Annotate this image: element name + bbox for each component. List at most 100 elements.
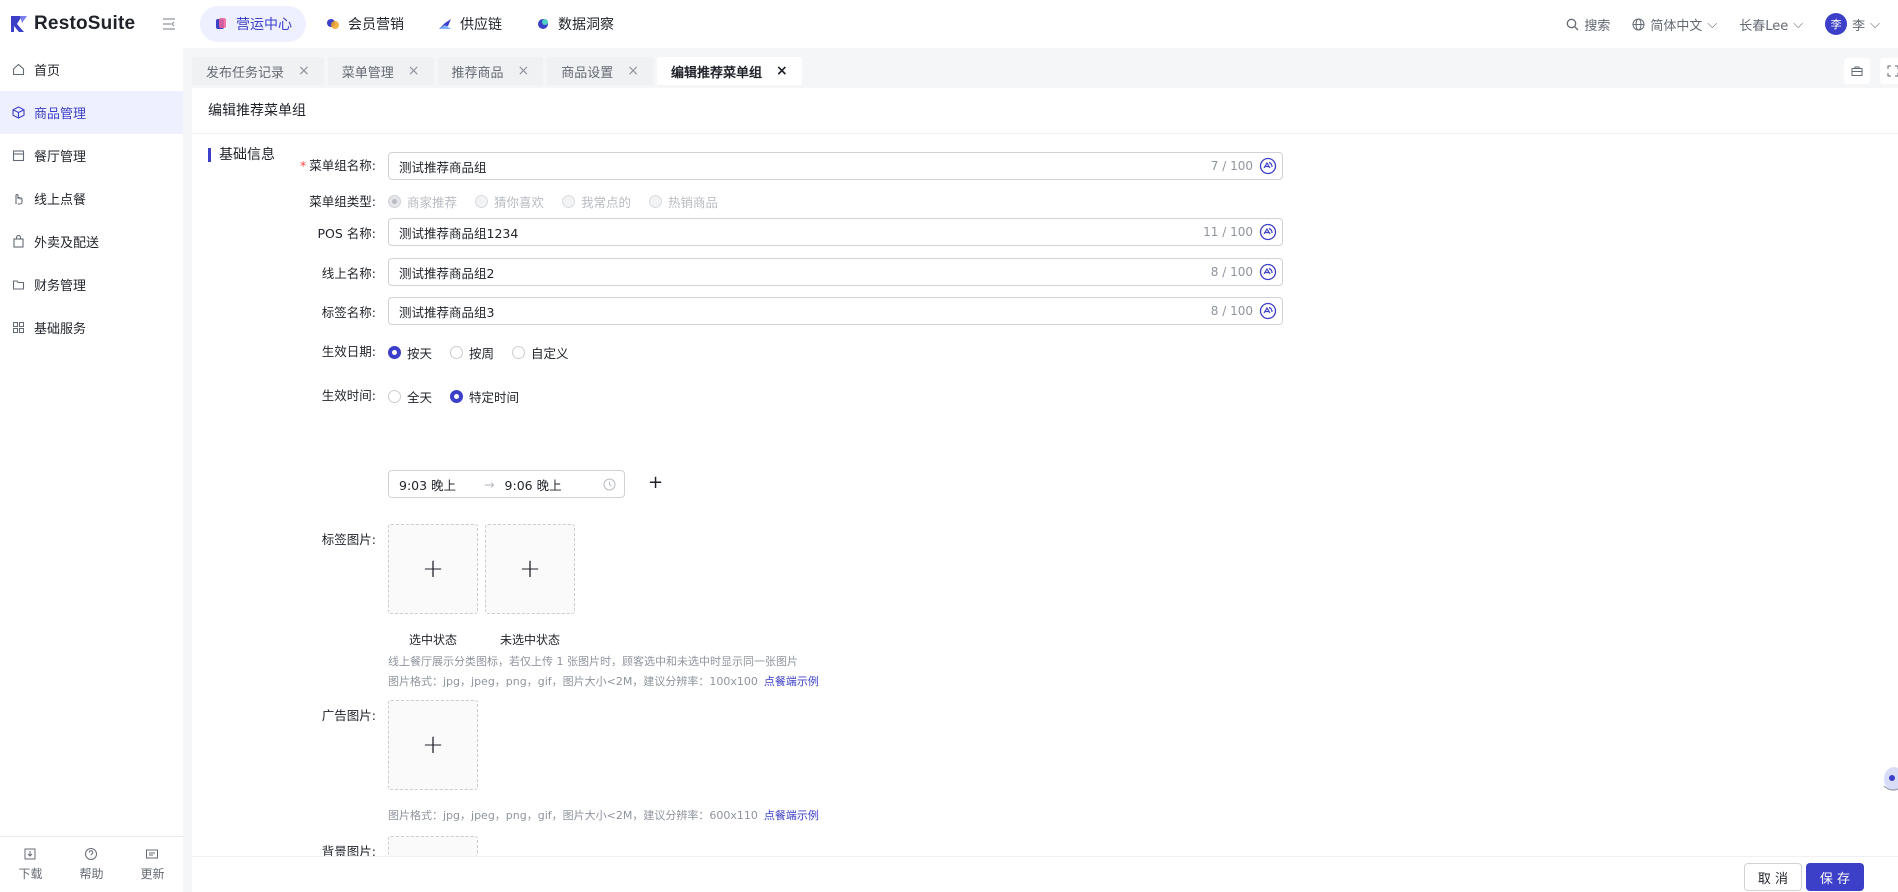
chevron-down-icon: ⌵: [1793, 16, 1804, 32]
cancel-button[interactable]: 取 消: [1744, 863, 1802, 891]
nav-supply-chain[interactable]: 供应链: [424, 6, 516, 42]
close-icon[interactable]: ×: [298, 63, 310, 79]
caption-unselected: 未选中状态: [499, 633, 560, 647]
assistant-bot-icon[interactable]: [1880, 762, 1898, 796]
time-range-picker[interactable]: 9:03 晚上 → 9:06 晚上: [388, 470, 625, 498]
upload-bg-image[interactable]: [388, 836, 478, 856]
fullscreen-button[interactable]: [1880, 58, 1898, 84]
tag-image-format-hint: 图片格式：jpg，jpeg，png，gif，图片大小<2M，建议分辨率：100x…: [388, 675, 819, 688]
cube-icon: [12, 106, 25, 119]
nav-label: 会员营销: [348, 17, 404, 33]
lock-tabs-button[interactable]: [1844, 58, 1870, 84]
form-row-effective-date: 生效日期:: [321, 343, 376, 359]
help-icon: [85, 848, 98, 860]
folder-icon: [12, 280, 25, 290]
ad-image-format-hint: 图片格式：jpg，jpeg，png，gif，图片大小<2M，建议分辨率：600x…: [388, 809, 819, 822]
radio-merchant-recommend: 商家推荐: [388, 192, 457, 211]
upload-ad-image[interactable]: +: [388, 700, 478, 790]
help-button[interactable]: 帮助: [79, 847, 104, 882]
sidebar-item-online-ordering[interactable]: 线上点餐: [0, 177, 183, 220]
translate-icon[interactable]: [1259, 223, 1277, 241]
home-icon: [12, 63, 25, 76]
page-title: 编辑推荐菜单组: [192, 88, 1898, 134]
search-button[interactable]: 搜索: [1566, 15, 1610, 34]
close-icon[interactable]: ×: [776, 63, 788, 79]
radio-all-day[interactable]: 全天: [388, 387, 432, 406]
tab-recommended-products[interactable]: 推荐商品 ×: [437, 57, 544, 85]
menu-collapse-icon[interactable]: [160, 15, 178, 33]
user-menu[interactable]: 李 李 ⌵: [1825, 13, 1880, 35]
member-icon: [327, 19, 339, 29]
online-name-input[interactable]: 测试推荐商品组2 8 / 100: [388, 258, 1283, 286]
translate-icon[interactable]: [1259, 157, 1277, 175]
update-button[interactable]: 更新: [140, 847, 165, 882]
tab-publish-task-records[interactable]: 发布任务记录 ×: [192, 57, 324, 85]
sidebar-item-product-management[interactable]: 商品管理: [0, 91, 183, 134]
tag-name-input[interactable]: 测试推荐商品组3 8 / 100: [388, 297, 1283, 325]
briefcase-icon: [1851, 66, 1863, 76]
form-row-pos-name: POS 名称:: [317, 225, 377, 241]
hand-icon: [15, 193, 23, 205]
close-icon[interactable]: ×: [518, 63, 530, 79]
translate-icon[interactable]: [1259, 263, 1277, 281]
char-count: 11 / 100: [1203, 225, 1253, 239]
grid-icon: [13, 322, 24, 333]
sidebar-item-finance[interactable]: 财务管理: [0, 263, 183, 306]
upload-selected-image[interactable]: +: [388, 524, 478, 614]
form-row-group-type: 菜单组类型:: [309, 193, 376, 209]
radio-by-week[interactable]: 按周: [450, 343, 494, 362]
sidebar-item-delivery[interactable]: 外卖及配送: [0, 220, 183, 263]
download-icon: [24, 848, 36, 860]
close-icon[interactable]: ×: [627, 63, 639, 79]
tab-menu-management[interactable]: 菜单管理 ×: [327, 57, 434, 85]
close-icon[interactable]: ×: [408, 63, 420, 79]
fullscreen-icon: [1887, 65, 1898, 77]
effective-date-radios: 按天 按周 自定义: [388, 343, 569, 362]
tag-image-hint: 线上餐厅展示分类图标，若仅上传 1 张图片时，顾客选中和未选中时显示同一张图片: [388, 655, 798, 668]
group-name-input[interactable]: 测试推荐商品组 7 / 100: [388, 152, 1283, 180]
chevron-down-icon: ⌵: [1707, 16, 1718, 32]
nav-data-insight[interactable]: 数据洞察: [522, 6, 628, 42]
radio-custom[interactable]: 自定义: [512, 343, 569, 362]
form-row-ad-image: 广告图片:: [321, 707, 376, 723]
form-row-online-name: 线上名称:: [321, 265, 376, 281]
brand-logo-icon: [11, 16, 27, 32]
pos-name-input[interactable]: 测试推荐商品组1234 11 / 100: [388, 218, 1283, 246]
nav-operations-center[interactable]: 营运中心: [200, 6, 306, 42]
tab-edit-recommended-group[interactable]: 编辑推荐菜单组 ×: [657, 57, 802, 85]
char-count: 8 / 100: [1210, 265, 1253, 279]
download-button[interactable]: 下载: [18, 847, 43, 882]
update-icon: [146, 849, 159, 859]
tab-product-settings[interactable]: 商品设置 ×: [547, 57, 653, 85]
add-time-range-button[interactable]: +: [648, 472, 663, 493]
radio-by-day[interactable]: 按天: [388, 343, 432, 362]
language-select[interactable]: 简体中文 ⌵: [1632, 15, 1717, 34]
sidebar-item-restaurant-management[interactable]: 餐厅管理: [0, 134, 183, 177]
operations-icon: [216, 18, 226, 29]
char-count: 7 / 100: [1210, 159, 1253, 173]
globe-icon: [1632, 18, 1645, 30]
top-right-tools: 搜索 简体中文 ⌵ 长春Lee ⌵ 李 李 ⌵: [1566, 0, 1880, 48]
sidebar-item-home[interactable]: 首页: [0, 48, 183, 91]
top-bar: RestoSuite 营运中心 会员营销 供应链 数据洞察 搜索 简体中文 ⌵ …: [0, 0, 1898, 48]
upload-unselected-image[interactable]: +: [485, 524, 575, 614]
save-button[interactable]: 保 存: [1806, 863, 1864, 891]
tab-tools: [1844, 58, 1898, 84]
store-select[interactable]: 长春Lee ⌵: [1739, 15, 1803, 34]
ordering-example-link[interactable]: 点餐端示例: [764, 675, 819, 688]
required-mark: *: [300, 158, 307, 173]
form-footer: 取 消 保 存: [192, 856, 1898, 892]
translate-icon[interactable]: [1259, 302, 1277, 320]
nav-label: 营运中心: [236, 17, 292, 33]
radio-specific-time[interactable]: 特定时间: [450, 387, 519, 406]
ordering-example-link[interactable]: 点餐端示例: [764, 809, 819, 822]
clock-icon: [603, 478, 616, 490]
form-row-group-name-label: * 菜单组名称:: [300, 158, 376, 173]
plus-icon: +: [422, 730, 444, 760]
nav-label: 数据洞察: [558, 17, 614, 33]
end-time: 9:06 晚上: [504, 477, 562, 493]
sidebar-item-basic-services[interactable]: 基础服务: [0, 306, 183, 349]
nav-member-marketing[interactable]: 会员营销: [312, 6, 418, 42]
caption-selected: 选中状态: [408, 633, 457, 647]
sidebar-bottom-tools: 下载 帮助 更新: [0, 836, 183, 892]
